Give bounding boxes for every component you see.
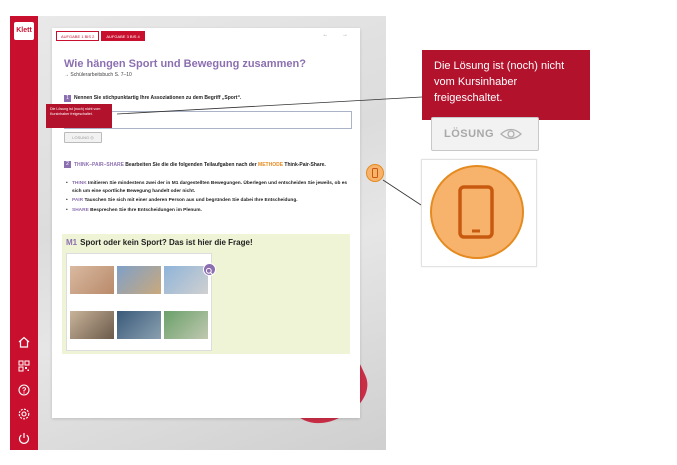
solution-button-enlarged: LÖSUNG: [431, 117, 539, 151]
mobile-icon-zoom-callout: [421, 159, 537, 267]
solution-label-enlarged: LÖSUNG: [444, 128, 495, 140]
phone-icon: [458, 185, 494, 239]
mobile-icon-enlarged: [430, 165, 524, 259]
solution-locked-callout: Die Lösung ist (noch) nicht vom Kursinha…: [422, 50, 590, 120]
eye-icon: [500, 128, 522, 140]
